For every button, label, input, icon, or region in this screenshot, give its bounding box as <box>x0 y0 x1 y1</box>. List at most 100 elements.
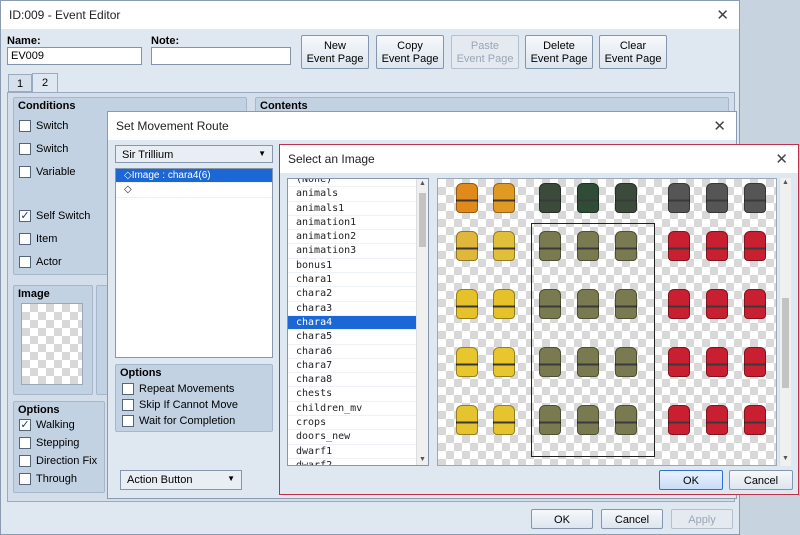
sprite-tile <box>493 183 515 213</box>
sprite-tile <box>744 289 766 319</box>
movement-route-titlebar: Set Movement Route ✕ <box>108 112 736 140</box>
name-label: Name: <box>7 35 41 47</box>
option-repeat-movements[interactable]: Repeat Movements <box>122 383 234 395</box>
image-preview[interactable] <box>21 303 83 385</box>
event-editor-cancel-button[interactable]: Cancel <box>601 509 663 529</box>
checkbox-box[interactable] <box>19 473 31 485</box>
sprite-tile <box>668 289 690 319</box>
close-icon[interactable]: ✕ <box>716 6 729 24</box>
checkbox-box[interactable] <box>122 415 134 427</box>
new-event-page-button[interactable]: New Event Page <box>301 35 369 69</box>
file-list-item[interactable]: chara7 <box>288 359 428 374</box>
scroll-down-icon[interactable]: ▼ <box>780 455 791 465</box>
condition-switch-2[interactable]: Switch <box>19 143 68 155</box>
image-file-list[interactable]: (None) animals animals1 animation1 animation… <box>287 178 429 466</box>
file-list-item[interactable]: chara4 <box>288 315 428 331</box>
scroll-thumb[interactable] <box>419 193 426 247</box>
scroll-down-icon[interactable]: ▼ <box>417 456 428 465</box>
select-image-titlebar: Select an Image ✕ <box>280 145 798 173</box>
scroll-up-icon[interactable]: ▲ <box>417 180 428 190</box>
condition-switch-1[interactable]: Switch <box>19 120 68 132</box>
file-list-item[interactable]: chara5 <box>288 330 428 345</box>
file-list-item[interactable]: chara8 <box>288 373 428 388</box>
file-list-item[interactable]: bonus1 <box>288 259 428 274</box>
select-image-dialog: Select an Image ✕ (None) animals animals1 a… <box>279 144 799 495</box>
route-item[interactable]: ◇ <box>116 183 272 198</box>
sprite-tile <box>706 289 728 319</box>
file-list-scrollbar[interactable]: ▲ ▼ <box>416 179 428 465</box>
file-list-item[interactable]: animals <box>288 187 428 202</box>
select-image-title: Select an Image <box>288 152 375 166</box>
file-list-item[interactable]: (None) <box>288 179 428 188</box>
close-icon[interactable]: ✕ <box>713 117 726 135</box>
clear-event-page-button[interactable]: Clear Event Page <box>599 35 667 69</box>
sprite-tile <box>615 183 637 213</box>
tab-page-1[interactable]: 1 <box>8 74 32 92</box>
checkmark-icon[interactable]: ✓ <box>19 419 31 431</box>
name-field[interactable]: EV009 <box>7 47 142 65</box>
select-image-cancel-button[interactable]: Cancel <box>729 470 793 490</box>
target-select[interactable]: Sir Trillium ▼ <box>115 145 273 163</box>
checkbox-box[interactable] <box>19 233 31 245</box>
condition-variable[interactable]: Variable <box>19 166 76 178</box>
option-walking[interactable]: ✓ Walking <box>19 419 75 431</box>
scroll-thumb[interactable] <box>782 298 789 388</box>
note-field[interactable] <box>151 47 291 65</box>
option-wait-for-completion[interactable]: Wait for Completion <box>122 415 235 427</box>
checkbox-box[interactable] <box>122 399 134 411</box>
route-list[interactable]: ◇Image : chara4(6) ◇ <box>115 168 273 358</box>
delete-event-page-button[interactable]: Delete Event Page <box>525 35 593 69</box>
condition-actor[interactable]: Actor <box>19 256 62 268</box>
file-list-item[interactable]: animation2 <box>288 230 428 245</box>
checkbox-box[interactable] <box>19 166 31 178</box>
movement-route-title: Set Movement Route <box>116 119 229 133</box>
file-list-item[interactable]: children_mv <box>288 402 428 417</box>
route-item[interactable]: ◇Image : chara4(6) <box>116 169 272 184</box>
tab-page-2[interactable]: 2 <box>32 73 58 93</box>
checkbox-box[interactable] <box>19 256 31 268</box>
option-through[interactable]: Through <box>19 473 77 485</box>
trigger-select[interactable]: Action Button ▼ <box>120 470 242 490</box>
sprite-tile <box>744 183 766 213</box>
close-icon[interactable]: ✕ <box>775 150 788 168</box>
checkbox-box[interactable] <box>19 455 31 467</box>
sprite-tile <box>493 289 515 319</box>
route-options-title: Options <box>120 367 162 379</box>
conditions-title: Conditions <box>18 100 76 112</box>
checkbox-box[interactable] <box>122 383 134 395</box>
option-direction-fix[interactable]: Direction Fix <box>19 455 97 467</box>
file-list-item[interactable]: doors_new <box>288 430 428 445</box>
checkbox-box[interactable] <box>19 120 31 132</box>
file-list-item[interactable]: animals1 <box>288 202 428 216</box>
file-list-item[interactable]: chests <box>288 387 428 402</box>
file-list-item[interactable]: crops <box>288 416 428 431</box>
file-list-item[interactable]: animation1 <box>288 216 428 231</box>
checkmark-icon[interactable]: ✓ <box>19 210 31 222</box>
sprite-tile <box>706 183 728 213</box>
scroll-up-icon[interactable]: ▲ <box>780 179 791 189</box>
sprite-tile <box>706 347 728 377</box>
image-preview-canvas[interactable] <box>437 178 777 466</box>
event-editor-apply-button[interactable]: Apply <box>671 509 733 529</box>
file-list-item[interactable]: dwarf2 <box>288 459 428 465</box>
condition-item[interactable]: Item <box>19 233 57 245</box>
checkbox-box[interactable] <box>19 437 31 449</box>
event-editor-ok-button[interactable]: OK <box>531 509 593 529</box>
select-image-ok-button[interactable]: OK <box>659 470 723 490</box>
file-list-item[interactable]: chara1 <box>288 273 428 288</box>
trigger-value: Action Button <box>127 474 193 486</box>
file-list-item[interactable]: chara2 <box>288 287 428 302</box>
paste-event-page-button[interactable]: Paste Event Page <box>451 35 519 69</box>
file-list-item[interactable]: chara3 <box>288 302 428 316</box>
options-title: Options <box>18 404 60 416</box>
file-list-item[interactable]: animation3 <box>288 244 428 259</box>
preview-scrollbar-v[interactable]: ▲ ▼ <box>779 178 791 466</box>
option-stepping[interactable]: Stepping <box>19 437 79 449</box>
copy-event-page-button[interactable]: Copy Event Page <box>376 35 444 69</box>
condition-self-switch[interactable]: ✓ Self Switch <box>19 210 90 222</box>
checkbox-box[interactable] <box>19 143 31 155</box>
option-skip-if-cannot-move[interactable]: Skip If Cannot Move <box>122 399 238 411</box>
sprite-tile <box>577 183 599 213</box>
file-list-item[interactable]: chara6 <box>288 345 428 359</box>
file-list-item[interactable]: dwarf1 <box>288 445 428 459</box>
